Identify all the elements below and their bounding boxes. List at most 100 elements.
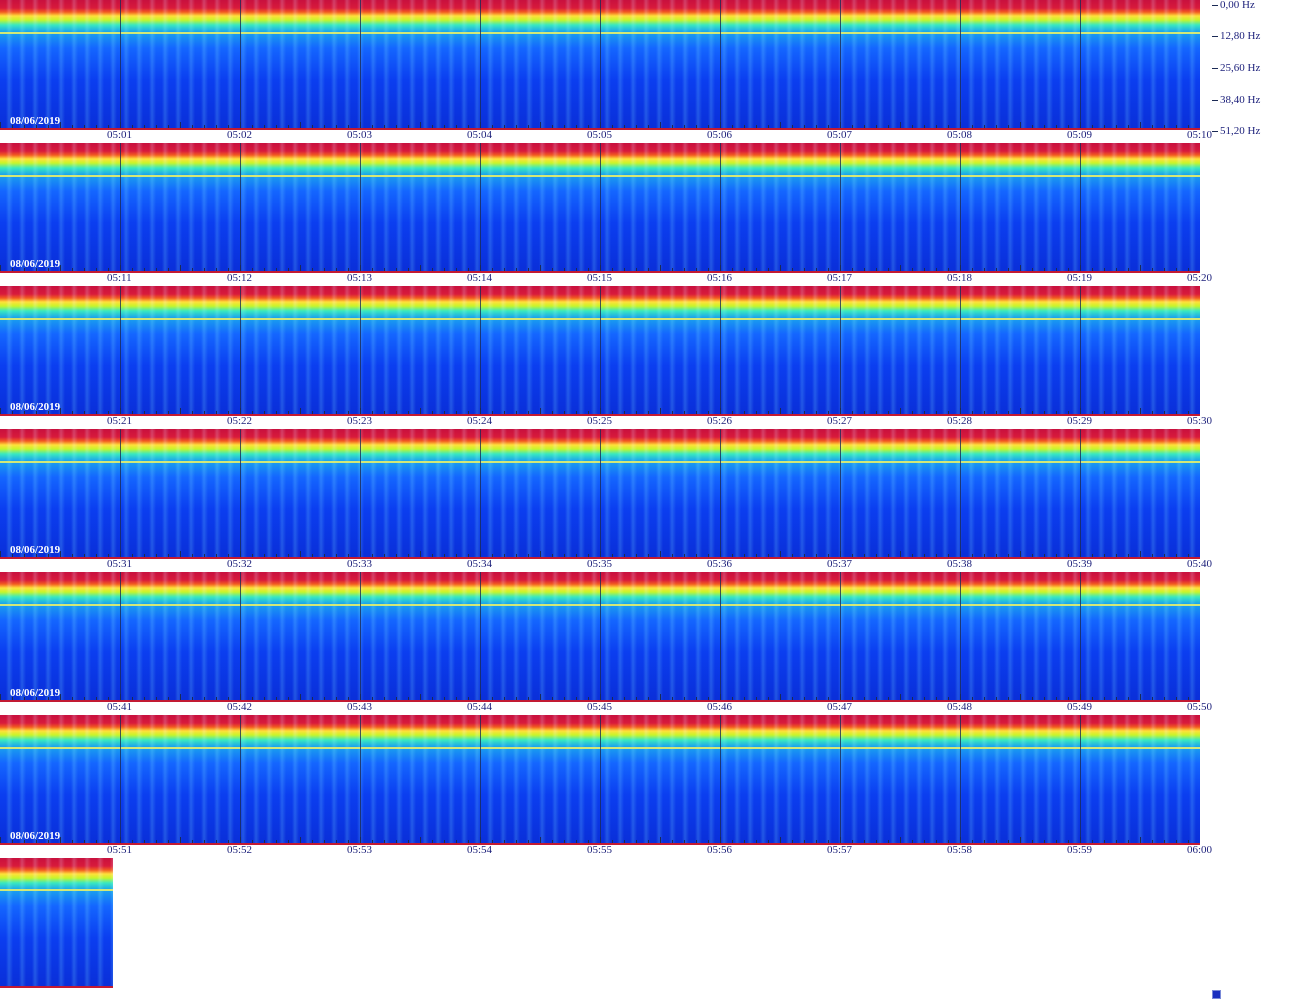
time-label: 05:23 [347,415,373,427]
time-label: 05:15 [587,272,613,284]
time-label: 05:53 [347,844,373,856]
time-label: 05:32 [227,558,253,570]
minute-separator [360,429,361,557]
time-label: 05:57 [827,844,853,856]
time-label: 05:06 [707,129,733,141]
minute-separator [240,143,241,271]
minute-separator [360,715,361,843]
minute-separator [360,572,361,700]
time-label: 05:45 [587,701,613,713]
time-label: 05:47 [827,701,853,713]
time-label: 05:41 [107,701,133,713]
time-label: 05:27 [827,415,853,427]
time-label: 05:04 [467,129,493,141]
spectrogram-row: 08/06/2019 [0,715,1200,843]
time-label: 05:38 [947,558,973,570]
frequency-label-3: 38,40 Hz [1220,94,1261,106]
time-label: 05:48 [947,701,973,713]
minute-separator [720,0,721,128]
minute-separator [480,715,481,843]
row-date-label: 08/06/2019 [10,401,61,413]
time-label: 05:16 [707,272,733,284]
time-label: 05:01 [107,129,133,141]
time-label: 05:34 [467,558,493,570]
minute-separator [480,0,481,128]
time-label: 05:55 [587,844,613,856]
time-label: 05:49 [1067,701,1093,713]
minute-separator [360,286,361,414]
minute-separator [120,0,121,128]
minute-separator [600,429,601,557]
row-date-label: 08/06/2019 [10,687,61,699]
minute-separator [840,286,841,414]
minute-separator [600,286,601,414]
minute-separator [720,715,721,843]
minute-separator [600,143,601,271]
minute-separator [120,286,121,414]
time-label: 05:42 [227,701,253,713]
time-label: 05:59 [1067,844,1093,856]
frequency-label-2: 25,60 Hz [1220,62,1261,74]
time-label: 05:12 [227,272,253,284]
time-label: 05:22 [227,415,253,427]
minute-separator [720,572,721,700]
minute-separator [240,429,241,557]
minute-separator [360,143,361,271]
row-date-label: 08/06/2019 [10,544,61,556]
spectrogram-row: 08/06/2019 [0,143,1200,271]
time-label: 05:39 [1067,558,1093,570]
minute-separator [840,143,841,271]
axis-tick [1212,100,1218,101]
minute-separator [960,715,961,843]
time-label: 05:56 [707,844,733,856]
time-label: 05:08 [947,129,973,141]
minute-separator [840,715,841,843]
minute-separator [120,715,121,843]
corner-marker-icon [1212,990,1221,999]
time-label: 05:54 [467,844,493,856]
time-label: 05:07 [827,129,853,141]
time-label: 05:40 [1187,558,1213,570]
time-label: 05:52 [227,844,253,856]
minute-separator [600,0,601,128]
time-label: 05:29 [1067,415,1093,427]
minute-separator [120,143,121,271]
time-label: 05:36 [707,558,733,570]
time-label: 05:17 [827,272,853,284]
minute-separator [600,715,601,843]
frequency-label-4: 51,20 Hz [1220,125,1261,137]
time-label: 05:24 [467,415,493,427]
time-label: 05:50 [1187,701,1213,713]
time-label: 05:31 [107,558,133,570]
spectrogram-partial-row [0,858,113,986]
spectrogram-row: 08/06/2019 [0,572,1200,700]
minute-separator [360,0,361,128]
time-label: 05:37 [827,558,853,570]
minute-separator [720,143,721,271]
minute-separator [1080,286,1081,414]
partial-row-baseline [0,986,113,988]
time-label: 05:25 [587,415,613,427]
time-label: 05:46 [707,701,733,713]
minute-separator [1080,715,1081,843]
minute-separator [1080,572,1081,700]
frequency-label-0: 0,00 Hz [1220,0,1255,11]
minute-separator [960,572,961,700]
time-label: 05:05 [587,129,613,141]
time-label: 05:35 [587,558,613,570]
minute-separator [960,0,961,128]
harmonic-line [0,889,113,891]
row-date-label: 08/06/2019 [10,115,61,127]
minute-separator [240,572,241,700]
minute-separator [960,143,961,271]
time-label: 05:58 [947,844,973,856]
time-label: 05:21 [107,415,133,427]
minute-separator [960,429,961,557]
axis-tick [1212,131,1218,132]
spectrogram-row: 08/06/2019 [0,286,1200,414]
minute-separator [1080,143,1081,271]
minute-separator [840,572,841,700]
axis-tick [1212,68,1218,69]
time-label: 05:18 [947,272,973,284]
spectrogram-row: 08/06/2019 [0,0,1200,128]
